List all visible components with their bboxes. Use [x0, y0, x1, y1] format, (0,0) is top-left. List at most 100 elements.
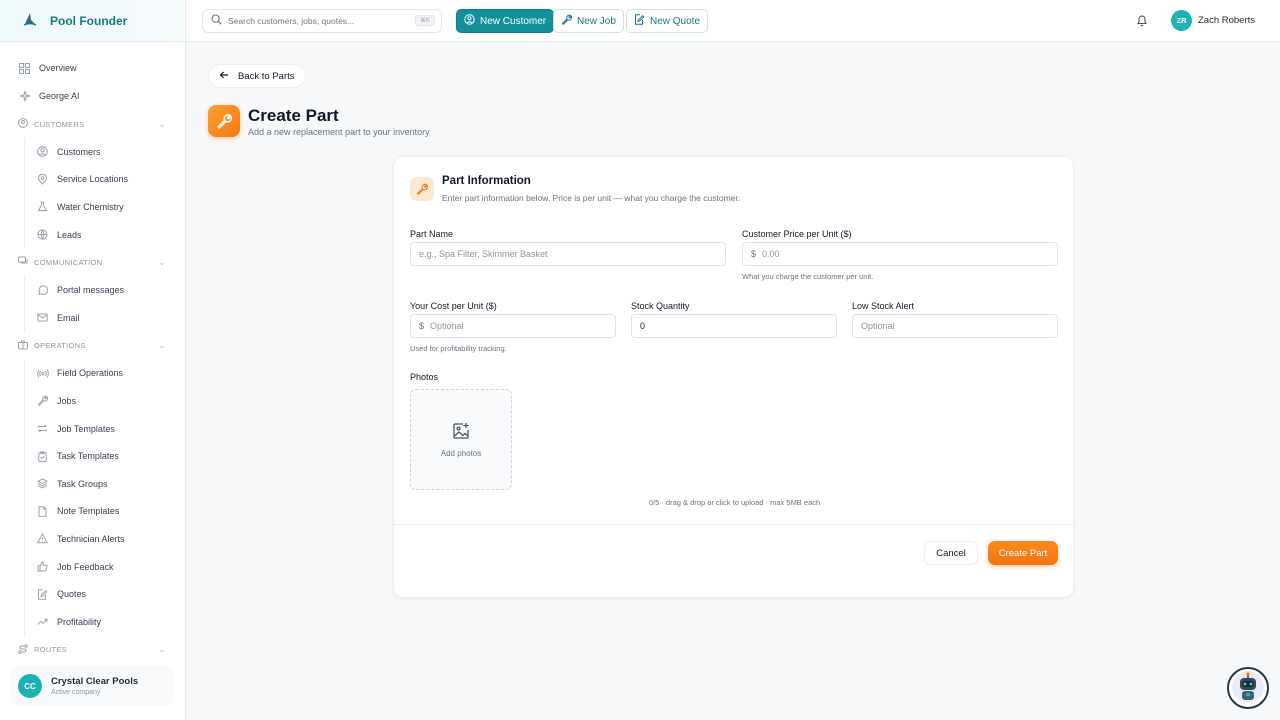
sidebar-item-label: Quotes	[57, 589, 87, 600]
company-info: Crystal Clear Pools Active company	[51, 676, 138, 696]
sidebar: Pool Founder Overview George AI CUSTOMER…	[0, 0, 186, 720]
sidebar-item-george-ai[interactable]: George AI	[0, 82, 186, 110]
new-customer-button[interactable]: New Customer	[456, 9, 555, 33]
user-circle-icon	[464, 14, 475, 28]
section-label: ROUTES	[34, 645, 68, 654]
sidebar-item-technician-alerts[interactable]: Technician Alerts	[25, 525, 186, 553]
currency-prefix: $	[751, 249, 757, 259]
sidebar-item-label: Job Feedback	[57, 561, 114, 572]
message-circle-icon	[36, 284, 49, 297]
brand[interactable]: Pool Founder	[0, 0, 185, 42]
section-label: CUSTOMERS	[34, 119, 85, 129]
file-edit-icon	[36, 588, 49, 601]
sidebar-item-label: George AI	[39, 91, 80, 101]
file-edit-icon	[634, 14, 645, 28]
sidebar-item-job-templates[interactable]: Job Templates	[25, 415, 186, 443]
user-menu[interactable]: ZR Zach Roberts	[1171, 10, 1255, 31]
part-information-card: Part Information Enter part information …	[393, 156, 1075, 598]
sidebar-item-label: Customers	[57, 146, 101, 157]
sidebar-item-label: Leads	[57, 229, 82, 240]
company-status: Active company	[51, 689, 101, 696]
page-subtitle: Add a new replacement part to your inven…	[248, 127, 430, 137]
card-subtitle: Enter part information below. Price is p…	[442, 193, 741, 203]
sidebar-item-quotes[interactable]: Quotes	[25, 580, 186, 608]
new-quote-label: New Quote	[650, 15, 701, 27]
part-name-placeholder: e.g., Spa Filter, Skimmer Basket	[419, 249, 548, 259]
customer-price-input[interactable]: $ 0.00	[742, 242, 1058, 266]
brand-title: Pool Founder	[50, 13, 128, 28]
search-input[interactable]	[228, 16, 398, 26]
user-avatar: ZR	[1171, 10, 1192, 31]
section-routes[interactable]: ROUTES ⌄	[0, 636, 186, 664]
sidebar-item-profitability[interactable]: Profitability	[25, 608, 186, 636]
image-plus-icon	[452, 422, 470, 443]
user-name: Zach Roberts	[1198, 15, 1256, 26]
communication-group: Portal messages Email	[24, 276, 186, 332]
bell-icon[interactable]	[1136, 14, 1150, 28]
back-label: Back to Parts	[238, 70, 295, 82]
chevron-down-icon: ⌄	[158, 256, 166, 267]
sidebar-item-note-templates[interactable]: Note Templates	[25, 498, 186, 526]
route-icon	[18, 643, 28, 656]
company-switcher[interactable]: CC Crystal Clear Pools Active company	[10, 666, 174, 706]
new-quote-button[interactable]: New Quote	[626, 9, 709, 33]
sidebar-item-field-operations[interactable]: Field Operations	[25, 360, 186, 388]
section-label: COMMUNICATION	[34, 257, 103, 267]
customer-price-label: Customer Price per Unit ($)	[742, 229, 852, 239]
sidebar-item-label: Note Templates	[57, 506, 120, 517]
your-cost-placeholder: Optional	[430, 321, 464, 331]
sidebar-item-water-chemistry[interactable]: Water Chemistry	[25, 193, 186, 221]
alert-triangle-icon	[36, 532, 49, 545]
new-job-button[interactable]: New Job	[553, 9, 624, 33]
add-photos-dropzone[interactable]: Add photos	[410, 389, 512, 490]
sidebar-item-jobs[interactable]: Jobs	[25, 387, 186, 415]
sidebar-item-portal-messages[interactable]: Portal messages	[25, 276, 186, 304]
mail-icon	[36, 311, 49, 324]
wrench-icon	[208, 105, 240, 137]
wrench-icon	[410, 177, 434, 201]
wrench-icon	[36, 394, 49, 407]
card-title: Part Information	[442, 175, 531, 187]
sidebar-item-customers[interactable]: Customers	[25, 138, 186, 166]
customers-group: Customers Service Locations Water Chemis…	[24, 138, 186, 249]
sidebar-item-overview[interactable]: Overview	[0, 54, 186, 82]
sidebar-item-email[interactable]: Email	[25, 304, 186, 332]
sidebar-item-label: Email	[57, 312, 80, 323]
section-operations[interactable]: OPERATIONS ⌄	[0, 332, 186, 360]
low-stock-alert-input[interactable]: Optional	[852, 314, 1058, 338]
sidebar-item-leads[interactable]: Leads	[25, 221, 186, 249]
stock-quantity-input[interactable]: 0	[631, 314, 837, 338]
company-name: Crystal Clear Pools	[51, 676, 139, 687]
back-to-parts-button[interactable]: Back to Parts	[208, 64, 306, 88]
section-communication[interactable]: COMMUNICATION ⌄	[0, 248, 186, 276]
radio-signal-icon	[36, 367, 49, 380]
global-search[interactable]: ⌘K	[202, 9, 442, 33]
customer-price-help: What you charge the customer per unit.	[742, 272, 874, 281]
low-stock-placeholder: Optional	[861, 321, 895, 331]
sidebar-item-label: Task Groups	[57, 478, 108, 489]
part-name-input[interactable]: e.g., Spa Filter, Skimmer Basket	[410, 242, 726, 266]
sidebar-item-label: Task Templates	[57, 451, 119, 462]
sidebar-item-task-templates[interactable]: Task Templates	[25, 442, 186, 470]
assistant-bot-button[interactable]	[1227, 667, 1269, 709]
section-customers[interactable]: CUSTOMERS ⌄	[0, 110, 186, 138]
sidebar-item-label: Technician Alerts	[57, 533, 125, 544]
your-cost-input[interactable]: $ Optional	[410, 314, 616, 338]
sidebar-item-job-feedback[interactable]: Job Feedback	[25, 553, 186, 581]
globe-icon	[36, 228, 49, 241]
currency-prefix: $	[419, 321, 425, 331]
chat-icon	[18, 256, 28, 268]
sidebar-item-service-locations[interactable]: Service Locations	[25, 166, 186, 194]
cancel-button[interactable]: Cancel	[924, 541, 978, 565]
create-part-button[interactable]: Create Part	[988, 541, 1058, 565]
part-name-label: Part Name	[410, 229, 454, 239]
search-shortcut: ⌘K	[414, 15, 435, 26]
chevron-down-icon: ⌄	[158, 118, 166, 129]
sidebar-nav: Overview George AI CUSTOMERS ⌄ Customers…	[0, 54, 186, 664]
layers-icon	[36, 477, 49, 490]
section-label: OPERATIONS	[34, 341, 86, 351]
sidebar-item-label: Service Locations	[57, 174, 129, 185]
operations-group: Field Operations Jobs Job Templates Task…	[24, 359, 186, 636]
flask-icon	[36, 200, 49, 213]
sidebar-item-task-groups[interactable]: Task Groups	[25, 470, 186, 498]
